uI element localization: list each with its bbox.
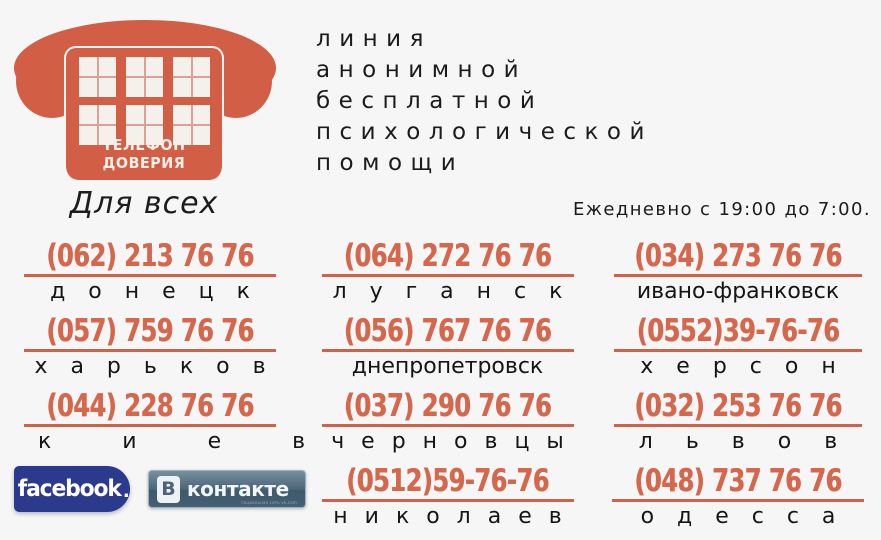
poster-canvas: ТЕЛЕФОН ДОВЕРИЯ Для всех линия анонимной… [0,0,881,540]
vkontakte-sublabel: социальная сеть vk.com [241,500,297,505]
phone-number[interactable]: (0512)59-76-76 [326,465,569,498]
city-name: ивано-франковск [636,279,840,304]
phone-underline [614,424,862,427]
facebook-label: facebook [17,476,121,502]
phone-house-logo: ТЕЛЕФОН ДОВЕРИЯ [8,14,280,184]
vkontakte-button[interactable]: В контакте социальная сеть vk.com [148,470,306,508]
window-icon [173,57,210,97]
headline-line-2: анонимной [316,57,528,83]
phone-number[interactable]: (044) 228 76 76 [26,390,274,423]
city-entry: (0552)39-76-76 х е р с о н [595,315,881,390]
phone-underline [321,499,574,502]
city-entry: (044) 228 76 76 к и е в [0,390,338,465]
phone-number[interactable]: (062) 213 76 76 [26,240,274,273]
headline-line-4: психологической [316,119,653,145]
phone-number[interactable]: (048) 737 76 76 [620,465,856,498]
phone-number[interactable]: (0552)39-76-76 [620,315,856,348]
city-entry: (037) 290 76 76 ч е р н о в ц ы [300,390,595,465]
phone-body: ТЕЛЕФОН ДОВЕРИЯ [64,46,224,180]
vk-logo-icon: В [157,475,180,503]
city-name: н и к о л а е в [333,504,567,529]
city-entry: (056) 767 76 76 днепропетровск [300,315,595,390]
phone-underline [321,274,574,277]
phone-underline [24,274,276,277]
facebook-dot: . [123,475,130,502]
city-name: л ь в о в [638,429,851,454]
phone-underline [614,274,862,277]
city-name: х а р ь к о в [34,354,274,379]
city-entry: (048) 737 76 76 о д е с с а [595,465,881,540]
phone-number[interactable]: (056) 767 76 76 [326,315,569,348]
city-entry: (064) 272 76 76 л у г а н с к [300,240,595,315]
city-name: днепропетровск [351,354,544,379]
phone-underline [614,349,862,352]
window-icon [79,57,116,97]
window-grid [79,57,211,145]
headline: линия анонимной бесплатной психологическ… [316,24,876,179]
social-links: facebook. В контакте социальная сеть vk.… [14,466,306,512]
city-name: о д е с с а [640,504,844,529]
city-name: х е р с о н [640,354,844,379]
logo-block: ТЕЛЕФОН ДОВЕРИЯ Для всех [8,14,298,229]
logo-caption: ТЕЛЕФОН ДОВЕРИЯ [102,136,186,172]
phone-number[interactable]: (037) 290 76 76 [326,390,569,423]
facebook-button[interactable]: facebook. [14,466,130,512]
phone-underline [612,499,864,502]
phone-number[interactable]: (064) 272 76 76 [326,240,569,273]
phone-underline [24,424,276,427]
headline-line-1: линия [316,26,432,52]
headline-line-3: бесплатной [316,88,544,114]
phone-underline [321,424,574,427]
phone-underline [24,349,276,352]
phone-underline [321,349,574,352]
city-name: л у г а н с к [332,279,571,304]
city-entry: (032) 253 76 76 л ь в о в [595,390,881,465]
phone-number[interactable]: (034) 273 76 76 [620,240,856,273]
city-name: ч е р н о в ц ы [331,429,569,454]
phone-number[interactable]: (057) 759 76 76 [26,315,274,348]
city-entry: (0512)59-76-76 н и к о л а е в [300,465,595,540]
phone-number[interactable]: (032) 253 76 76 [620,390,856,423]
logo-subtitle: Для всех [69,186,219,221]
window-icon [126,57,163,97]
city-name: д о н е ц к [50,279,258,304]
vkontakte-label: контакте [187,477,289,501]
city-name: к и е в [38,429,338,454]
city-entry: (057) 759 76 76 х а р ь к о в [0,315,300,390]
headline-line-5: помощи [316,150,465,176]
city-entry: (062) 213 76 76 д о н е ц к [0,240,300,315]
schedule-text: Ежедневно с 19:00 до 7:00. [573,199,871,220]
city-entry: (034) 273 76 76 ивано-франковск [595,240,881,315]
